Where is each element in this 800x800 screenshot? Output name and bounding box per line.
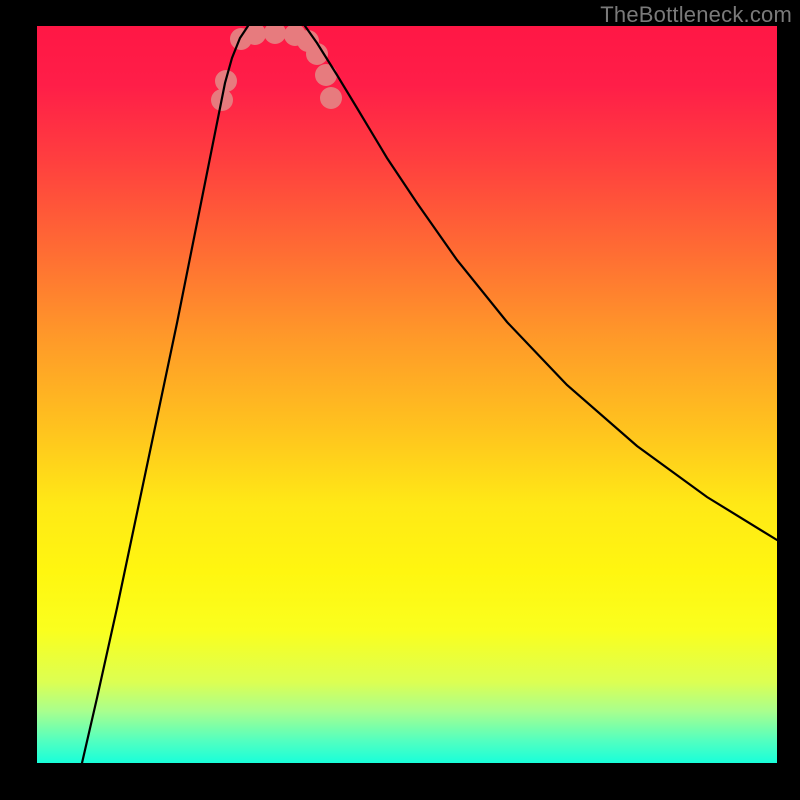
curve-left xyxy=(82,26,248,763)
data-marker xyxy=(264,26,286,44)
chart-frame: TheBottleneck.com xyxy=(0,0,800,800)
chart-svg xyxy=(37,26,777,763)
data-marker xyxy=(320,87,342,109)
curve-right xyxy=(305,26,777,540)
plot-area xyxy=(37,26,777,763)
data-marker xyxy=(315,64,337,86)
marker-group xyxy=(211,26,342,111)
watermark-label: TheBottleneck.com xyxy=(600,2,792,28)
